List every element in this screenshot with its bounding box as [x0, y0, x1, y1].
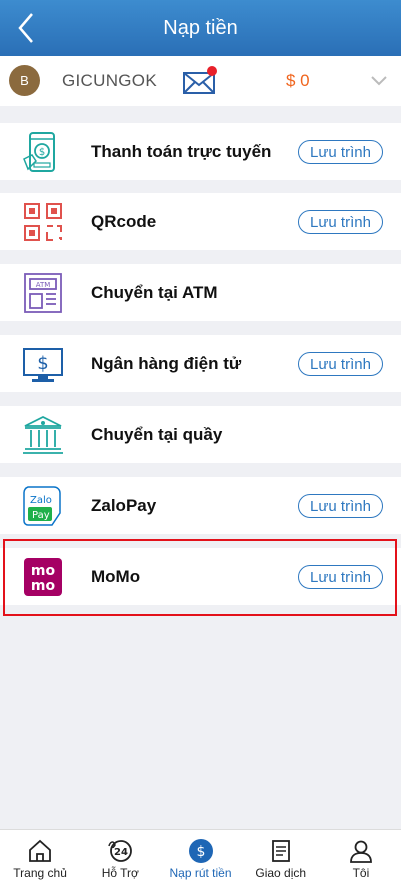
dollar-icon: $ [188, 839, 213, 863]
username: GICUNGOK [62, 71, 157, 90]
mail-icon[interactable] [182, 65, 218, 95]
back-arrow-icon[interactable] [12, 10, 42, 46]
tab-home[interactable]: Trang chủ [0, 830, 80, 886]
tab-deposit-withdraw[interactable]: $ Nạp rút tiền [160, 830, 240, 886]
qr-code-icon [24, 203, 62, 241]
svg-text:24: 24 [114, 847, 128, 858]
method-label: Chuyển tại quầy [91, 425, 223, 444]
header-bar: Nạp tiền [0, 0, 401, 56]
online-banking-icon: $ [23, 348, 63, 382]
tab-label: Giao dịch [255, 866, 307, 880]
svg-text:$: $ [37, 353, 48, 374]
svg-text:$: $ [39, 147, 45, 158]
svg-text:Pay: Pay [32, 510, 50, 521]
selection-highlight [3, 539, 397, 616]
method-label: Thanh toán trực tuyến [91, 142, 272, 161]
svg-text:$: $ [196, 844, 205, 860]
avatar[interactable]: B [9, 65, 40, 96]
tab-label: Tôi [352, 866, 370, 880]
zalopay-icon: Zalo Pay [23, 486, 61, 526]
tab-label: Hỗ Trợ [101, 866, 139, 880]
bank-counter-icon [23, 415, 63, 454]
guide-button[interactable]: Lưu trình [298, 352, 383, 376]
svg-text:ATM: ATM [36, 281, 51, 289]
page-title: Nạp tiền [163, 16, 238, 39]
svg-text:Zalo: Zalo [30, 495, 52, 506]
chevron-down-icon[interactable] [370, 74, 388, 86]
user-icon [350, 840, 372, 863]
guide-button[interactable]: Lưu trình [298, 140, 383, 164]
bottom-tab-bar: Trang chủ 24 Hỗ Trợ $ Nạp rút tiền Giao … [0, 829, 401, 886]
method-label: Chuyển tại ATM [91, 283, 218, 302]
method-row-zalopay[interactable]: Zalo Pay ZaloPay Lưu trình [0, 477, 401, 534]
tab-support[interactable]: 24 Hỗ Trợ [80, 830, 160, 886]
method-row-qrcode[interactable]: QRcode Lưu trình [0, 193, 401, 250]
atm-icon: ATM [24, 273, 62, 313]
method-row-online-payment[interactable]: $ Thanh toán trực tuyến Lưu trình [0, 123, 401, 180]
tab-label: Trang chủ [13, 866, 67, 880]
method-label: Ngân hàng điện tử [91, 354, 242, 373]
tab-label: Nạp rút tiền [169, 866, 232, 880]
method-row-atm[interactable]: ATM Chuyển tại ATM [0, 264, 401, 321]
support-24-icon: 24 [108, 840, 133, 862]
tab-transactions[interactable]: Giao dịch [241, 830, 321, 886]
document-icon [271, 840, 290, 862]
method-label: QRcode [91, 212, 157, 231]
guide-button[interactable]: Lưu trình [298, 210, 383, 234]
guide-button[interactable]: Lưu trình [298, 494, 383, 518]
method-label: ZaloPay [91, 496, 157, 515]
method-row-online-banking[interactable]: $ Ngân hàng điện tử Lưu trình [0, 335, 401, 392]
home-icon [29, 839, 51, 862]
tab-me[interactable]: Tôi [321, 830, 401, 886]
balance: $ 0 [286, 71, 310, 90]
mobile-payment-icon: $ [23, 132, 55, 172]
method-row-bank-counter[interactable]: Chuyển tại quầy [0, 406, 401, 463]
